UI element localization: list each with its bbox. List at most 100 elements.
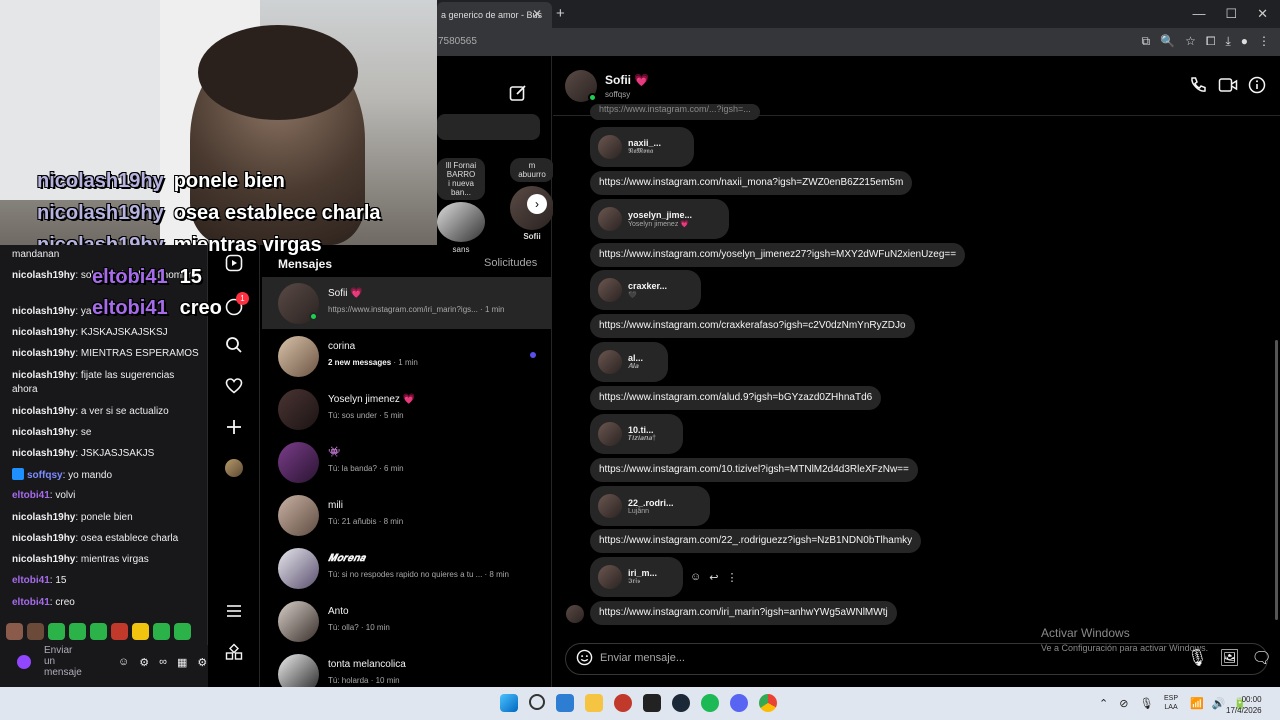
emote-yellow-icon[interactable] xyxy=(132,623,149,640)
language-indicator[interactable]: ESP LAA xyxy=(1164,694,1178,712)
chat-contact-name[interactable]: Sofii 💗 xyxy=(605,73,649,87)
phone-call-icon[interactable] xyxy=(1189,76,1207,99)
emote-green-icon[interactable] xyxy=(90,623,107,640)
mic-icon[interactable] xyxy=(17,655,31,669)
conversation-item-morena[interactable]: 𝑴𝒐𝒓𝒆𝒏𝒂 Tú: si no respodes rapido no quie… xyxy=(262,542,552,594)
search-icon[interactable] xyxy=(223,334,245,356)
card-username: iri_m... xyxy=(628,568,658,578)
avatar xyxy=(278,336,319,377)
close-window-button[interactable]: ✕ xyxy=(1257,6,1268,22)
start-icon[interactable] xyxy=(500,694,518,712)
shared-profile-card[interactable]: iri_m... 𝕴𝖗𝖎𝖘 xyxy=(590,557,683,597)
conversation-item-alien[interactable]: 👾 Tú: la banda? · 6 min xyxy=(262,436,552,488)
chat-settings-icon[interactable]: ⚙ xyxy=(197,656,207,669)
note-item[interactable]: lll Fornai BARRO i nueva ban... sans xyxy=(437,158,485,254)
search-taskbar-icon[interactable] xyxy=(529,694,545,710)
address-url[interactable]: 7580565 xyxy=(438,36,477,47)
shared-profile-card[interactable]: naxii_... 𝕹𝖆𝕸𝖔𝖓𝖆 xyxy=(590,127,694,167)
note-avatar xyxy=(437,202,485,242)
steam-icon[interactable] xyxy=(672,694,690,712)
emote-green-icon[interactable] xyxy=(69,623,86,640)
create-icon[interactable] xyxy=(223,416,245,438)
file-explorer-icon[interactable] xyxy=(585,694,603,712)
conversation-item-mili[interactable]: mili Tú: 21 añubis · 8 min xyxy=(262,489,552,541)
settings-icon[interactable]: ⚙ xyxy=(139,656,149,669)
requests-link[interactable]: Solicitudes xyxy=(484,257,537,269)
emote-face-icon[interactable] xyxy=(27,623,44,640)
chat-message: nicolash19hy: fijate las sugerencias aho… xyxy=(12,370,175,395)
conversation-item-corina[interactable]: corina 2 new messages · 1 min xyxy=(262,330,552,382)
message-link[interactable]: https://www.instagram.com/22_.rodriguezz… xyxy=(590,529,922,553)
notes-next-arrow-icon[interactable]: › xyxy=(527,194,547,214)
microphone-icon[interactable]: 🎙 xyxy=(1187,648,1207,668)
shared-profile-card[interactable]: 22_.rodri... Lujânn xyxy=(590,486,710,526)
compose-icon[interactable] xyxy=(509,84,527,107)
heart-icon[interactable] xyxy=(223,375,245,397)
chat-message: nicolash19hy: se xyxy=(12,427,92,438)
emoji-icon[interactable] xyxy=(576,649,593,671)
emote-green-icon[interactable] xyxy=(153,623,170,640)
spotify-icon[interactable] xyxy=(701,694,719,712)
conversation-item-tonta[interactable]: tonta melancolica Tú: holarda · 10 min xyxy=(262,648,552,687)
emote-red-icon[interactable] xyxy=(111,623,128,640)
extensions-icon[interactable]: ⧠ xyxy=(1206,34,1216,49)
apps-icon[interactable] xyxy=(223,641,245,663)
message-link[interactable]: https://www.instagram.com/craxkerafaso?i… xyxy=(590,314,915,338)
sticker-icon[interactable]: 🗨 xyxy=(1252,648,1272,668)
conversation-name: Anto xyxy=(328,606,349,617)
conversation-item-anto[interactable]: Anto Tú: olla? · 10 min xyxy=(262,595,552,647)
message-link[interactable]: https://www.instagram.com/alud.9?igsh=bG… xyxy=(590,386,882,410)
emote-face-icon[interactable] xyxy=(6,623,23,640)
volume-icon[interactable]: 🔊 xyxy=(1212,697,1226,710)
emoji-picker-icon[interactable]: ☺ xyxy=(118,656,129,669)
bookmark-star-icon[interactable]: ☆ xyxy=(1185,34,1196,49)
conversation-search-input[interactable] xyxy=(437,114,540,140)
chrome-icon[interactable] xyxy=(759,694,777,712)
conversation-item-yoselyn[interactable]: Yoselyn jimenez 💗 Tú: sos under · 5 min xyxy=(262,383,552,435)
video-call-icon[interactable] xyxy=(1218,76,1238,99)
profile-icon[interactable] xyxy=(223,457,245,479)
tray-mic-icon[interactable]: 🎙 xyxy=(1139,697,1153,710)
chat-scrollbar[interactable] xyxy=(1275,340,1278,620)
shared-profile-card[interactable]: craxker... 🖤 xyxy=(590,270,701,310)
shared-profile-card[interactable]: al... 𝑨𝒍𝒂 xyxy=(590,342,668,382)
discord-icon[interactable] xyxy=(730,694,748,712)
react-icon[interactable]: ☺ xyxy=(690,571,701,584)
image-icon[interactable]: 🖼 xyxy=(1219,648,1239,668)
conversation-item-sofii[interactable]: Sofii 💗 https://www.instagram.com/iri_ma… xyxy=(262,277,552,329)
tray-status-icon[interactable]: ⊘ xyxy=(1119,697,1128,710)
epic-games-icon[interactable] xyxy=(643,694,661,712)
message-input[interactable]: Enviar mensaje... xyxy=(600,652,685,664)
shared-profile-card[interactable]: yoselyn_jime... Yoselyn jimenez 💗 xyxy=(590,199,729,239)
message-link-partial[interactable]: https://www.instagram.com/...?igsh=... xyxy=(590,104,760,120)
app-icon[interactable] xyxy=(614,694,632,712)
shared-profile-card[interactable]: 10.ti... 𝑻𝒊𝒛𝒊𝒂𝒏𝒂† xyxy=(590,414,683,454)
message-link[interactable]: https://www.instagram.com/iri_marin?igsh… xyxy=(590,601,897,625)
message-link[interactable]: https://www.instagram.com/10.tizivel?igs… xyxy=(590,458,918,482)
info-icon[interactable] xyxy=(1248,76,1266,99)
new-tab-button[interactable]: + xyxy=(556,5,565,22)
minimize-button[interactable]: — xyxy=(1192,6,1205,22)
reply-icon[interactable]: ↩ xyxy=(709,571,718,584)
send-message-field[interactable]: Enviar un mensaje xyxy=(44,645,84,678)
wifi-icon[interactable]: 📶 xyxy=(1190,697,1204,710)
message-link[interactable]: https://www.instagram.com/naxii_mona?igs… xyxy=(590,171,913,195)
taskbar-clock[interactable]: 00:00 17/4/2026 xyxy=(1226,694,1262,716)
gift-icon[interactable]: ▦ xyxy=(177,656,187,669)
maximize-button[interactable]: ☐ xyxy=(1225,6,1237,22)
install-icon[interactable]: ⧉ xyxy=(1142,34,1151,49)
message-link[interactable]: https://www.instagram.com/yoselyn_jimene… xyxy=(590,243,966,267)
more-options-icon[interactable]: ⋮ xyxy=(726,571,737,584)
infinity-icon[interactable]: ∞ xyxy=(159,656,167,669)
downloads-icon[interactable]: ⤓ xyxy=(1225,34,1230,49)
zoom-icon[interactable]: 🔍 xyxy=(1160,34,1175,49)
profile-avatar-icon[interactable]: ● xyxy=(1241,34,1248,49)
emote-green-icon[interactable] xyxy=(48,623,65,640)
menu-icon[interactable] xyxy=(223,600,245,622)
browser-menu-icon[interactable]: ⋮ xyxy=(1258,34,1270,49)
conversation-name: mili xyxy=(328,500,343,511)
emote-green-icon[interactable] xyxy=(174,623,191,640)
tray-chevron-icon[interactable]: ⌃ xyxy=(1099,697,1108,710)
store-icon[interactable] xyxy=(556,694,574,712)
tab-close-icon[interactable]: ✕ xyxy=(532,7,542,21)
